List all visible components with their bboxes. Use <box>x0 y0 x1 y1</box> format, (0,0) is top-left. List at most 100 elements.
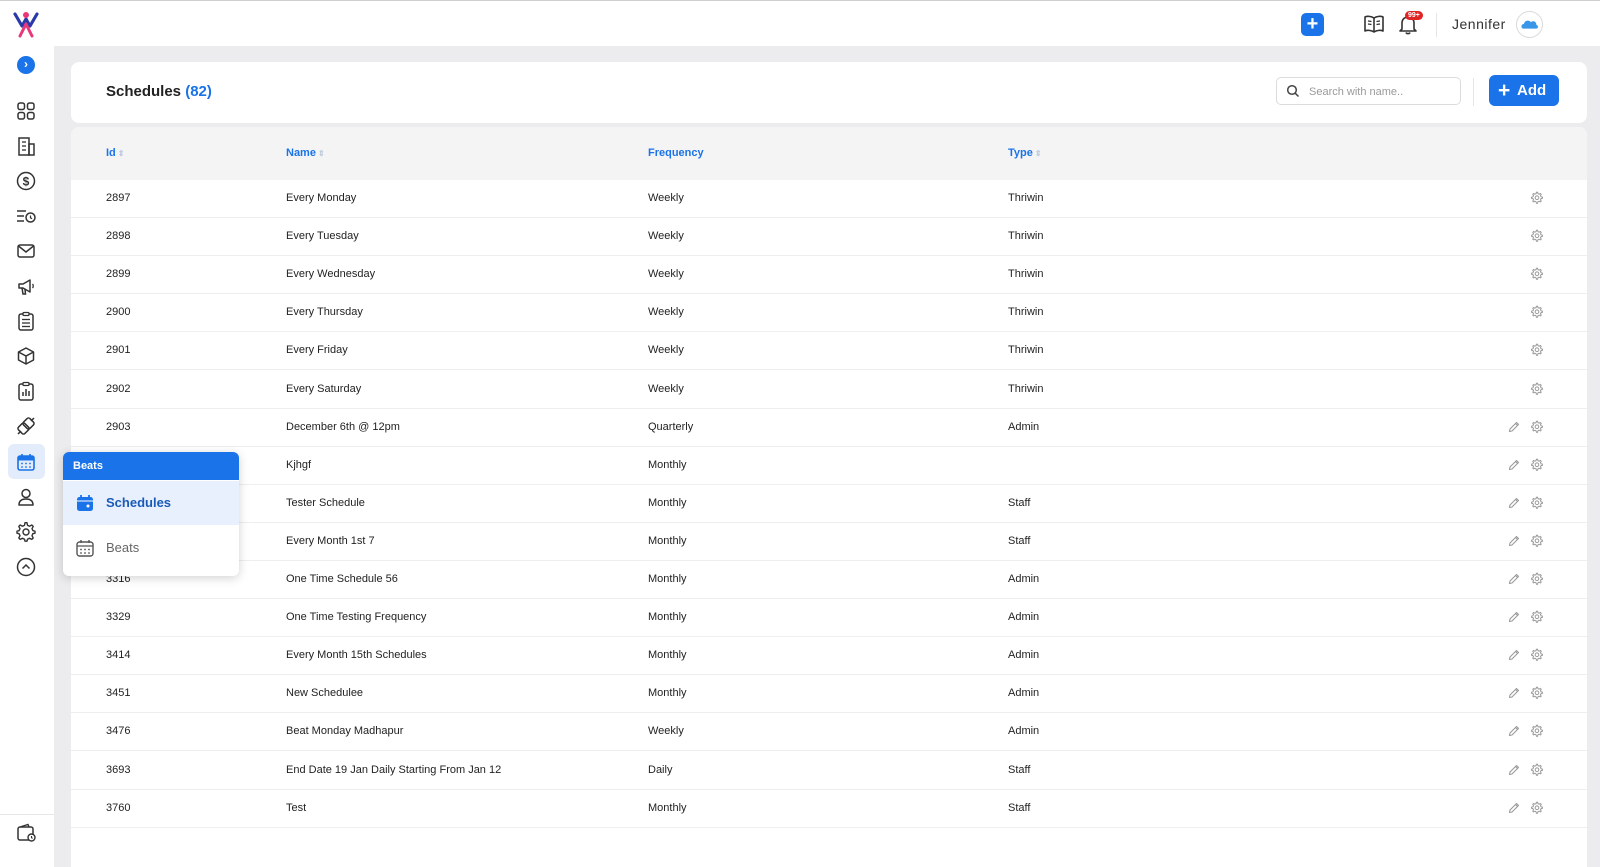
book-icon[interactable] <box>1363 14 1385 34</box>
cell-id: 2900 <box>106 306 131 319</box>
gear-icon[interactable] <box>1530 724 1544 738</box>
app-logo[interactable] <box>12 10 40 38</box>
table-row[interactable]: 3760 Test Monthly Staff <box>71 790 1587 828</box>
cell-frequency: Quarterly <box>648 420 694 433</box>
gear-icon[interactable] <box>15 521 37 543</box>
table-row[interactable]: 2897 Every Monday Weekly Thriwin <box>71 180 1587 218</box>
wallet-icon[interactable] <box>15 822 37 844</box>
table-row[interactable]: Tester Schedule Monthly Staff <box>71 485 1587 523</box>
column-header-frequency: Frequency <box>648 147 704 159</box>
table-row[interactable]: 3329 One Time Testing Frequency Monthly Adm… <box>71 599 1587 638</box>
building-icon[interactable] <box>15 135 37 157</box>
submenu-item-label: Schedules <box>106 495 172 510</box>
cell-frequency: Weekly <box>648 382 684 395</box>
pencil-icon[interactable] <box>1507 648 1521 662</box>
table-row[interactable]: Kjhgf Monthly <box>71 447 1587 485</box>
pencil-icon[interactable] <box>1507 458 1521 472</box>
gear-icon[interactable] <box>1530 420 1544 434</box>
megaphone-icon[interactable] <box>15 275 37 297</box>
avatar[interactable] <box>1516 11 1543 38</box>
submenu-item-beats[interactable]: Beats <box>63 526 239 570</box>
sort-icon[interactable]: ⇕ <box>318 149 325 158</box>
calendar-icon[interactable] <box>15 451 37 473</box>
pencil-icon[interactable] <box>1507 763 1521 777</box>
gear-icon[interactable] <box>1530 382 1544 396</box>
column-header-id[interactable]: Id ⇕ <box>106 147 124 159</box>
gear-icon[interactable] <box>1530 305 1544 319</box>
table-row[interactable]: 3693 End Date 19 Jan Daily Starting From … <box>71 752 1587 790</box>
mail-icon[interactable] <box>15 240 37 262</box>
gear-icon[interactable] <box>1530 496 1544 510</box>
column-header-type[interactable]: Type ⇕ <box>1008 147 1042 159</box>
user-icon[interactable] <box>15 486 37 508</box>
cell-id: 2898 <box>106 230 131 243</box>
pencil-icon[interactable] <box>1507 686 1521 700</box>
add-schedule-button[interactable]: + Add <box>1489 75 1559 106</box>
cell-name: One Time Schedule 56 <box>286 573 398 585</box>
gear-icon[interactable] <box>1530 801 1544 815</box>
cube-icon[interactable] <box>15 345 37 367</box>
pencil-icon[interactable] <box>1507 420 1521 434</box>
gear-icon[interactable] <box>1530 534 1544 548</box>
gear-icon[interactable] <box>1530 191 1544 205</box>
sort-icon[interactable]: ⇕ <box>1035 149 1042 158</box>
cell-name: Every Month 15th Schedules <box>286 649 427 662</box>
pencil-icon[interactable] <box>1507 724 1521 738</box>
column-header-name[interactable]: Name ⇕ <box>286 147 325 159</box>
list-clock-icon[interactable] <box>15 205 37 227</box>
cell-type: Thriwin <box>1008 382 1044 395</box>
search-box[interactable] <box>1276 77 1461 105</box>
column-header-label: Name <box>286 147 316 159</box>
table-row[interactable]: 2900 Every Thursday Weekly Thriwin <box>71 294 1587 333</box>
user-name[interactable]: Jennifer <box>1452 16 1506 32</box>
cell-frequency: Monthly <box>648 496 687 509</box>
sidebar-expand-button[interactable]: › <box>17 56 35 74</box>
plug-icon[interactable] <box>15 415 37 437</box>
pencil-icon[interactable] <box>1507 610 1521 624</box>
quick-add-button[interactable]: + <box>1301 13 1324 36</box>
gear-icon[interactable] <box>1530 572 1544 586</box>
table-row[interactable]: 2902 Every Saturday Weekly Thriwin <box>71 371 1587 409</box>
cell-name: Every Friday <box>286 344 348 357</box>
table-row[interactable]: 3414 Every Month 15th Schedules Monthly Adm… <box>71 637 1587 676</box>
table-row[interactable]: 3316 One Time Schedule 56 Monthly Admin <box>71 561 1587 599</box>
sidebar: › $ <box>0 46 54 867</box>
pencil-icon[interactable] <box>1507 496 1521 510</box>
gear-icon[interactable] <box>1530 648 1544 662</box>
gear-icon[interactable] <box>1530 763 1544 777</box>
table-row[interactable]: 3476 Beat Monday Madhapur Weekly Admin <box>71 713 1587 752</box>
pencil-icon[interactable] <box>1507 572 1521 586</box>
table-row[interactable]: 3451 New Scheduleе Monthly Admin <box>71 675 1587 714</box>
cell-id: 2902 <box>106 382 131 395</box>
table-row[interactable]: 2898 Every Tuesday Weekly Thriwin <box>71 218 1587 257</box>
clipboard-list-icon[interactable] <box>15 310 37 332</box>
cell-id: 3693 <box>106 763 131 776</box>
grid-icon[interactable] <box>15 100 37 122</box>
clipboard-chart-icon[interactable] <box>15 380 37 402</box>
table-row[interactable]: 2899 Every Wednesday Weekly Thriwin <box>71 256 1587 295</box>
table-row[interactable]: Every Month 1st 7 Monthly Staff <box>71 523 1587 561</box>
svg-text:$: $ <box>23 175 30 189</box>
pencil-icon[interactable] <box>1507 801 1521 815</box>
search-input[interactable] <box>1307 82 1459 102</box>
gear-icon[interactable] <box>1530 229 1544 243</box>
cell-type: Staff <box>1008 534 1031 547</box>
page-header: Schedules (82) + Add <box>71 62 1587 123</box>
gear-icon[interactable] <box>1530 686 1544 700</box>
submenu-item-schedules[interactable]: Schedules <box>63 481 239 525</box>
table-row[interactable]: 2903 December 6th @ 12pm Quarterly Admin <box>71 409 1587 447</box>
pencil-icon[interactable] <box>1507 534 1521 548</box>
gear-icon[interactable] <box>1530 610 1544 624</box>
cell-frequency: Monthly <box>648 534 687 547</box>
gear-icon[interactable] <box>1530 267 1544 281</box>
gear-icon[interactable] <box>1530 343 1544 357</box>
chevron-up-circle-icon[interactable] <box>15 556 37 578</box>
table-row[interactable]: 2901 Every Friday Weekly Thriwin <box>71 332 1587 371</box>
gear-icon[interactable] <box>1530 458 1544 472</box>
cell-frequency: Monthly <box>648 458 687 471</box>
cell-frequency: Monthly <box>648 801 687 814</box>
sort-icon[interactable]: ⇕ <box>118 149 125 158</box>
dollar-icon[interactable]: $ <box>15 170 37 192</box>
cell-name: December 6th @ 12pm <box>286 420 400 433</box>
cell-frequency: Daily <box>648 763 673 776</box>
